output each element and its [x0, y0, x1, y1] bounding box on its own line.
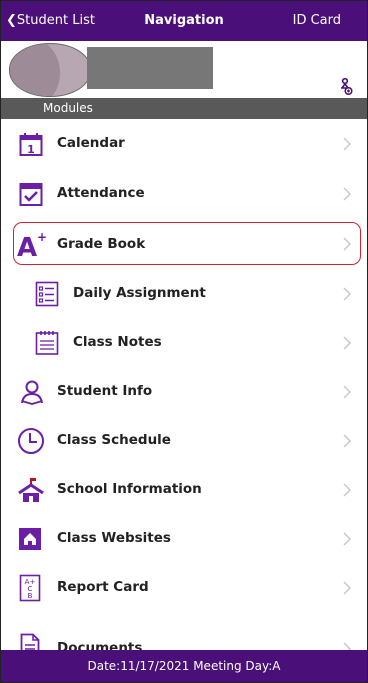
status-footer: Date:11/17/2021 Meeting Day:A — [1, 650, 367, 682]
chevron-right-icon — [342, 433, 353, 448]
list-item-daily-assignment[interactable]: Daily Assignment — [1, 269, 367, 319]
list-item-label: Student Info — [57, 383, 153, 399]
id-card-button[interactable]: ID Card — [293, 1, 341, 41]
website-icon — [18, 527, 42, 551]
list-item-student-info[interactable]: Student Info — [1, 367, 367, 417]
avatar[interactable] — [9, 43, 91, 97]
list-item-label: Class Websites — [57, 530, 171, 546]
notes-icon — [35, 330, 59, 356]
list-item-class-schedule[interactable]: Class Schedule — [1, 416, 367, 466]
chevron-right-icon — [342, 531, 353, 546]
list-item-label: School Information — [57, 481, 202, 497]
school-icon — [17, 476, 45, 504]
list-item-attendance[interactable]: Attendance — [1, 168, 367, 220]
list-item-class-notes[interactable]: Class Notes — [1, 318, 367, 368]
list-item-label: Attendance — [57, 185, 145, 201]
list-item-label: Report Card — [57, 579, 149, 595]
a-plus-icon: A + — [17, 230, 47, 258]
chevron-right-icon — [342, 384, 353, 399]
list-item-label: Class Notes — [73, 334, 162, 350]
back-label: Student List — [16, 13, 95, 28]
chevron-right-icon — [342, 580, 353, 595]
redacted-student-name — [87, 47, 213, 89]
svg-text:1: 1 — [27, 143, 35, 156]
list-item-label: Class Schedule — [57, 432, 171, 448]
list-item-calendar[interactable]: 1 Calendar — [1, 119, 367, 169]
attendance-check-icon — [19, 181, 43, 207]
clock-icon — [17, 427, 45, 455]
svg-text:B: B — [28, 592, 33, 600]
section-label: Modules — [43, 101, 93, 115]
student-profile — [1, 41, 367, 98]
svg-text:A: A — [17, 233, 37, 258]
chevron-left-icon: ❮ — [6, 13, 17, 28]
chevron-right-icon — [342, 286, 353, 301]
date-meeting-day: Date:11/17/2021 Meeting Day:A — [87, 659, 281, 673]
chevron-right-icon — [342, 136, 353, 151]
list-item-label: Daily Assignment — [73, 285, 206, 301]
report-card-icon: A+ C B — [19, 574, 41, 602]
chevron-right-icon — [342, 335, 353, 350]
chevron-right-icon — [342, 482, 353, 497]
back-button[interactable]: ❮Student List — [6, 1, 95, 41]
checklist-icon — [35, 281, 59, 307]
student-icon — [19, 379, 45, 405]
list-item-school-information[interactable]: School Information — [1, 465, 367, 515]
app-screen: ❮Student List Navigation ID Card Modules — [0, 0, 368, 683]
switch-student-icon[interactable] — [336, 78, 354, 96]
calendar-icon: 1 — [19, 132, 43, 156]
navigation-bar: ❮Student List Navigation ID Card — [1, 1, 367, 41]
svg-text:+: + — [37, 230, 47, 244]
list-item-class-websites[interactable]: Class Websites — [1, 514, 367, 564]
chevron-right-icon — [342, 186, 353, 201]
list-item-label: Calendar — [57, 135, 125, 151]
chevron-right-icon — [342, 237, 353, 251]
list-item-report-card[interactable]: A+ C B Report Card — [1, 563, 367, 613]
list-item-label: Grade Book — [57, 236, 146, 252]
list-item-grade-book[interactable]: A + Grade Book — [1, 219, 367, 270]
modules-section-header: Modules — [1, 98, 367, 119]
